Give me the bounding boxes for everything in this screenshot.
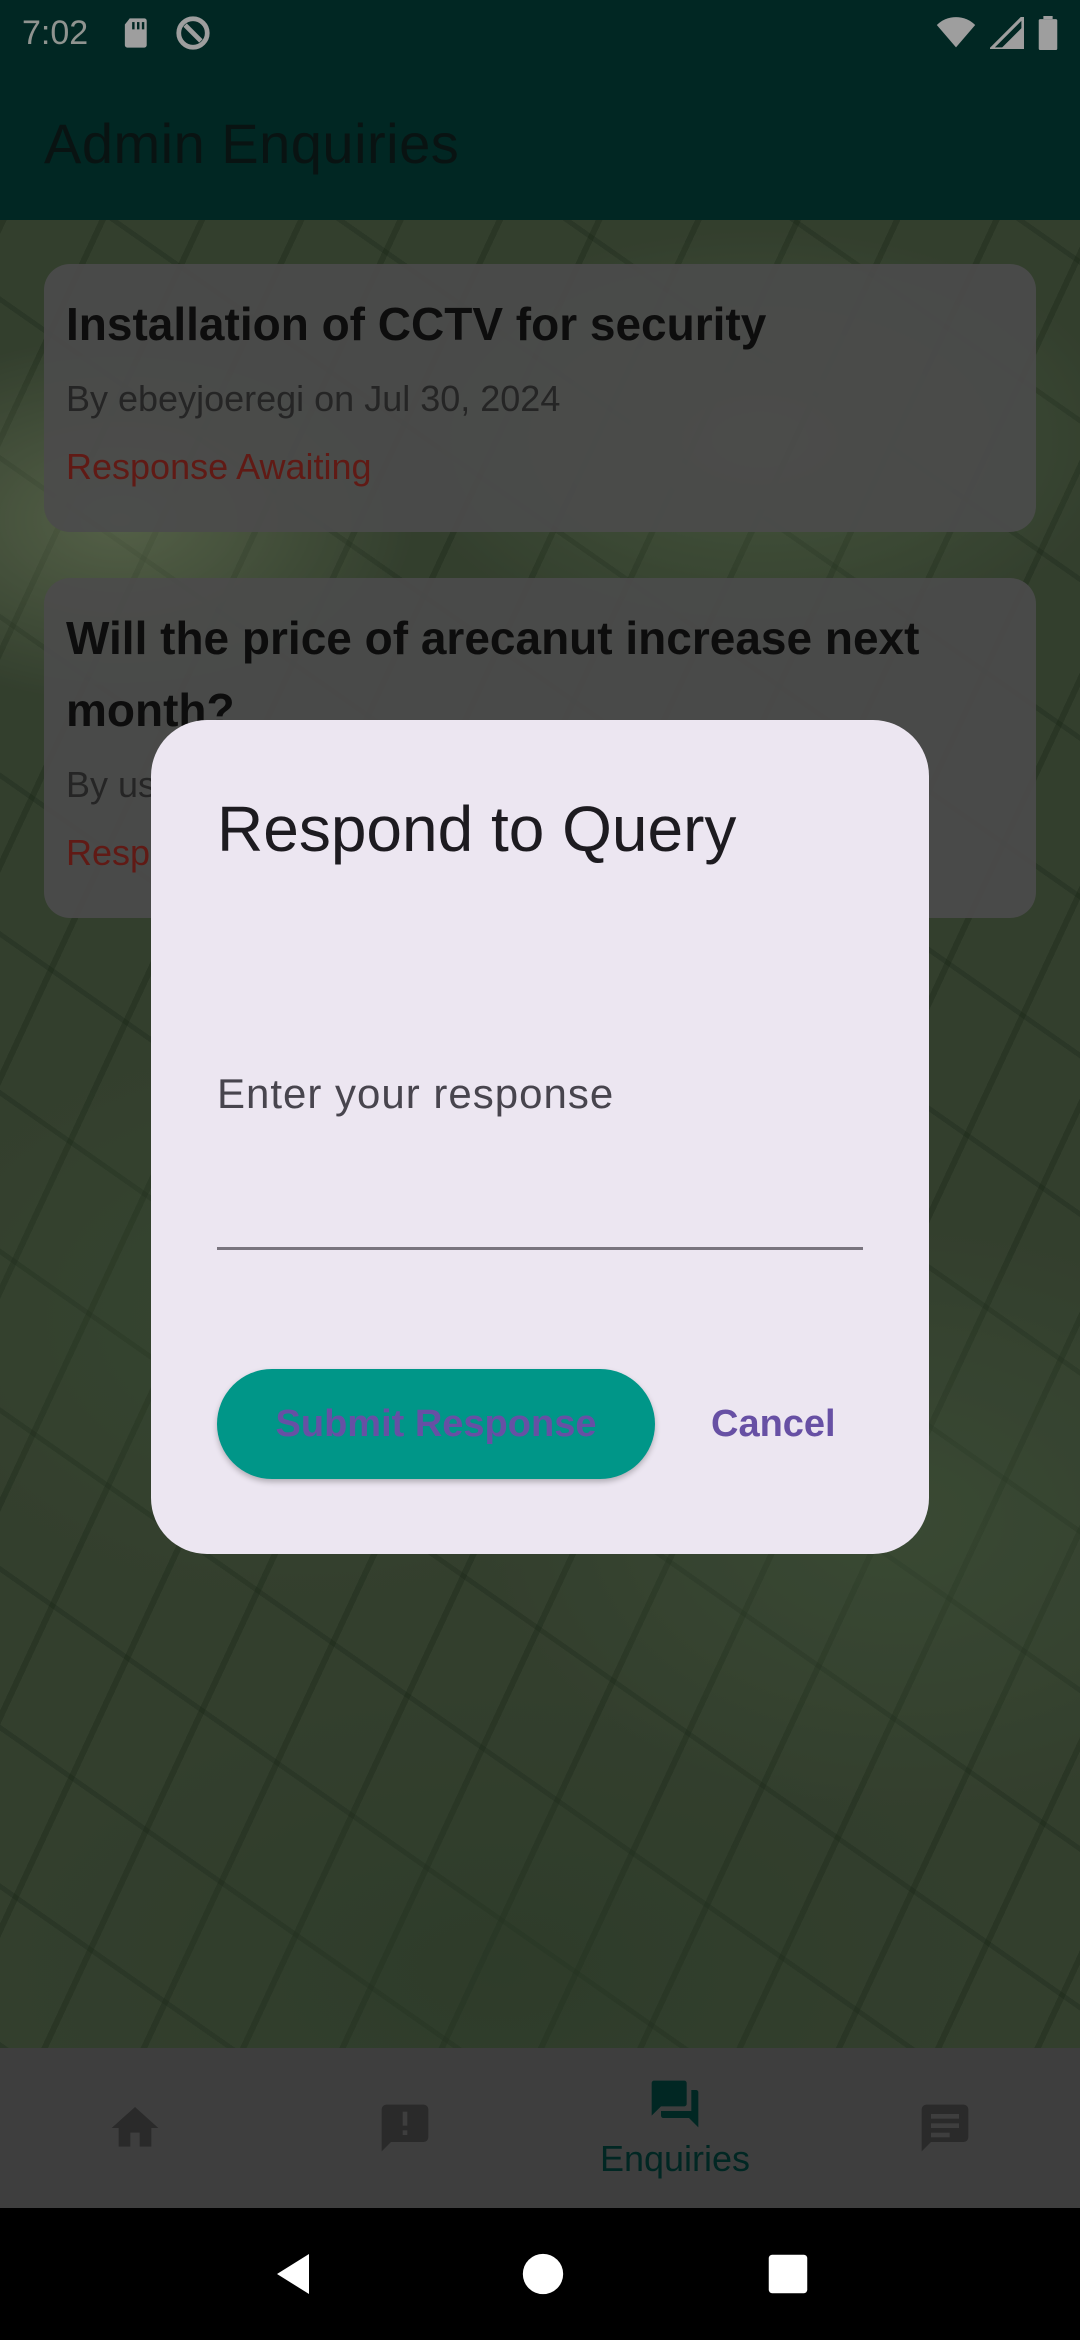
submit-response-button[interactable]: Submit Response [217, 1369, 655, 1479]
respond-dialog: Respond to Query Enter your response Sub… [151, 720, 929, 1554]
back-icon[interactable] [271, 2250, 319, 2298]
cancel-button[interactable]: Cancel [697, 1383, 850, 1466]
response-input[interactable] [217, 1130, 863, 1250]
home-button-icon[interactable] [521, 2252, 565, 2296]
response-field: Enter your response [217, 1070, 863, 1310]
system-navigation-bar [0, 2208, 1080, 2340]
recents-icon[interactable] [767, 2253, 809, 2295]
response-field-label: Enter your response [217, 1070, 615, 1117]
dialog-actions: Submit Response Cancel [217, 1368, 863, 1480]
dialog-title: Respond to Query [217, 793, 737, 865]
